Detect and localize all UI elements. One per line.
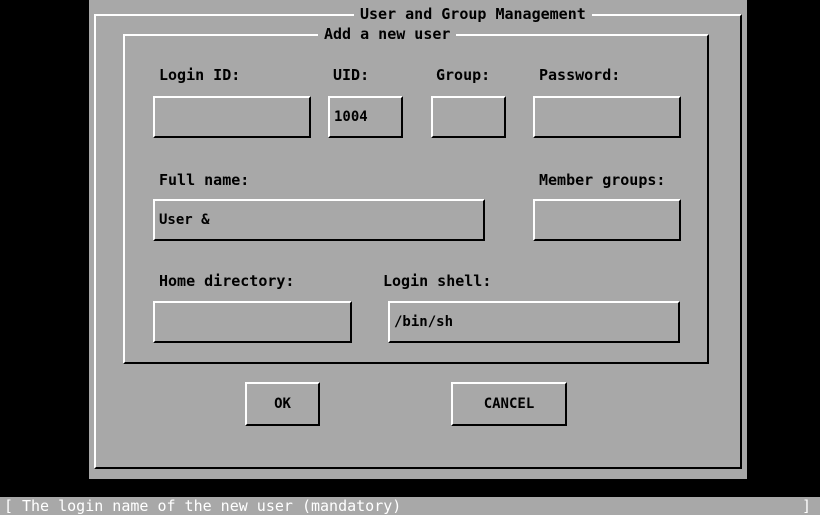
login-shell-label: Login shell: [383,272,492,290]
member-groups-label: Member groups: [539,171,666,189]
password-label: Password: [539,66,621,84]
home-directory-label: Home directory: [159,272,295,290]
password-field[interactable] [533,96,681,138]
member-groups-field[interactable] [533,199,681,241]
full-name-field[interactable]: User & [153,199,485,241]
status-bar: [ The login name of the new user (mandat… [0,497,820,515]
full-name-label: Full name: [159,171,250,189]
user-group-dialog: User and Group Management Add a new user… [89,0,747,479]
status-bracket-open: [ [4,497,14,515]
home-directory-field[interactable] [153,301,352,343]
uid-label: UID: [333,66,370,84]
group-field[interactable] [431,96,506,138]
terminal-screen: User and Group Management Add a new user… [0,0,820,515]
group-label: Group: [436,66,491,84]
section-title: Add a new user [318,26,457,42]
login-id-field[interactable] [153,96,311,138]
cancel-button[interactable]: CANCEL [451,382,567,426]
status-message: The login name of the new user (mandator… [22,497,402,515]
login-shell-field[interactable]: /bin/sh [388,301,680,343]
uid-field[interactable]: 1004 [328,96,403,138]
status-bracket-close: ] [802,497,812,515]
ok-button[interactable]: OK [245,382,320,426]
login-id-label: Login ID: [159,66,241,84]
dialog-title: User and Group Management [354,6,592,22]
